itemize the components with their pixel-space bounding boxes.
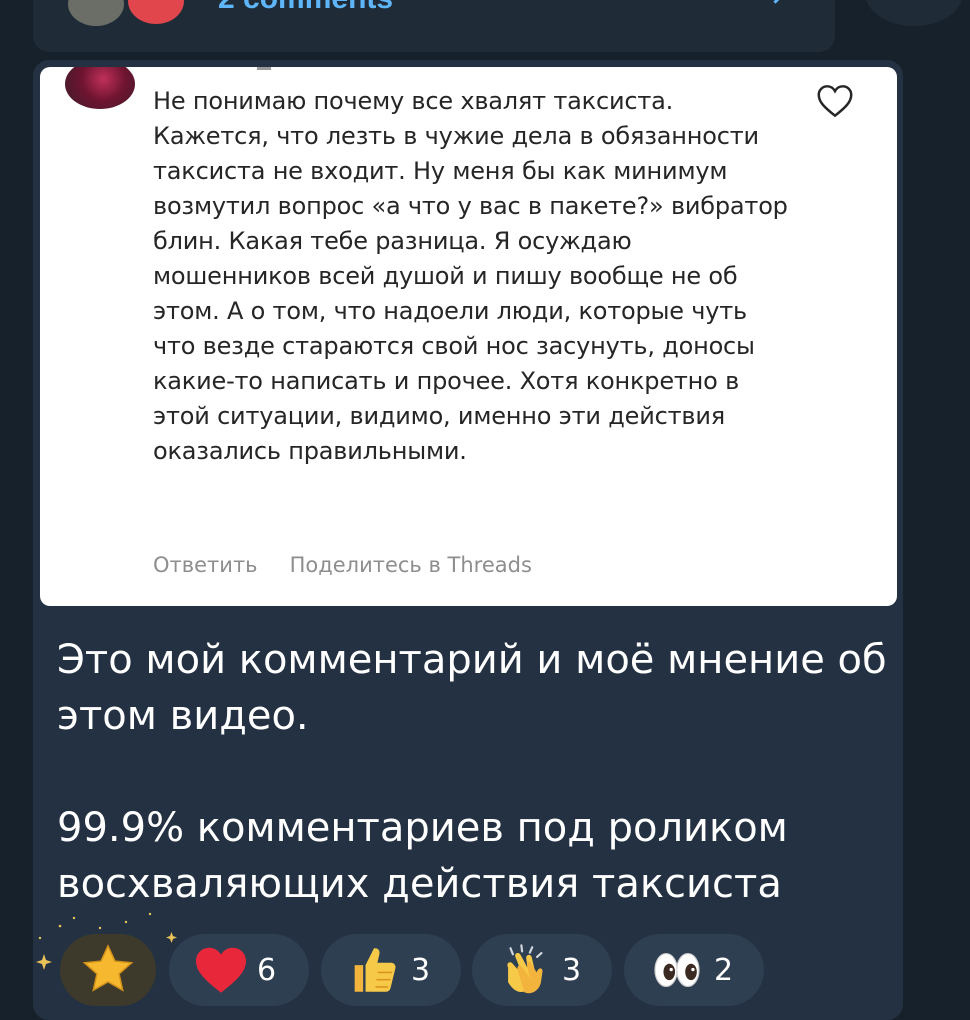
thumbs-up-emoji-icon [354, 948, 396, 992]
heart-emoji-icon [196, 947, 246, 993]
reaction-clapping[interactable]: 3 [472, 934, 612, 1006]
clapping-hands-emoji-icon [507, 944, 543, 994]
side-action-button[interactable] [866, 0, 962, 26]
comment-text: Не понимаю почему все хвалят таксиста. К… [153, 87, 788, 465]
reply-link: Ответить [153, 553, 258, 577]
message-text: Это мой комментарий и моё мнение об этом… [57, 637, 887, 907]
reaction-thumbs-up[interactable]: 3 [321, 934, 461, 1006]
reaction-eyes[interactable]: 2 [624, 934, 764, 1006]
attached-image[interactable]: Не понимаю почему все хвалят таксиста. К… [40, 67, 897, 606]
reaction-heart[interactable]: 6 [169, 934, 309, 1006]
eyes-emoji-icon [654, 952, 700, 988]
commenter-avatar [65, 67, 135, 109]
star-emoji-icon [82, 944, 134, 992]
reaction-count: 6 [257, 952, 277, 988]
reaction-count: 2 [714, 952, 734, 988]
heart-outline-icon [817, 85, 853, 118]
comments-link[interactable]: 2 comments [218, 0, 393, 14]
divider [257, 67, 271, 70]
reaction-count: 3 [411, 952, 431, 988]
share-threads-link: Поделитесь в Threads [289, 553, 532, 577]
reaction-count: 3 [562, 952, 582, 988]
comment-actions: Ответить Поделитесь в Threads [153, 553, 564, 577]
reaction-star[interactable] [60, 934, 156, 1006]
